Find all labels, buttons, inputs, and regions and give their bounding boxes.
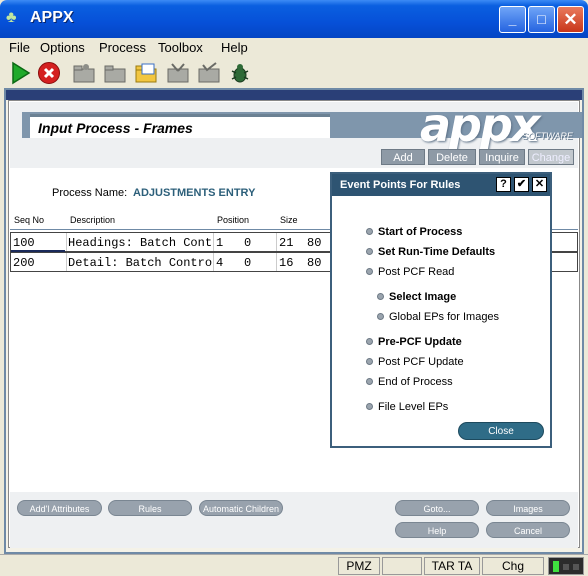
bullet-icon: [366, 403, 373, 410]
description-cell: Detail: Batch Contro: [68, 256, 213, 270]
size-cols-cell: 80: [307, 236, 322, 250]
folder-open-icon[interactable]: [134, 61, 158, 85]
appx-logo: appx: [420, 98, 541, 152]
seq-no-cell: 200: [13, 256, 35, 270]
addl-attributes-button[interactable]: Add'l Attributes: [17, 500, 102, 516]
dialog-close-button[interactable]: Close: [458, 422, 544, 440]
status-blank: [382, 557, 422, 575]
position-row-cell: 4: [216, 256, 224, 270]
menu-process[interactable]: Process: [99, 40, 146, 55]
col-seq-no: Seq No: [14, 215, 45, 225]
folder-tools-icon[interactable]: [166, 61, 190, 85]
folder-check-icon[interactable]: [197, 61, 221, 85]
cancel-button[interactable]: Cancel: [486, 522, 570, 538]
title-bar[interactable]: ♣ APPX _ □ ✕: [0, 0, 588, 38]
event-points-dialog: Event Points For Rules ? ✔ ✕ Start of Pr…: [330, 172, 552, 448]
mode-change-button[interactable]: Change: [528, 149, 574, 165]
toolbar: [0, 58, 588, 88]
description-cell: Headings: Batch Cont: [68, 236, 213, 250]
mode-inquire-button[interactable]: Inquire: [479, 149, 525, 165]
folder-icon[interactable]: [103, 61, 127, 85]
dialog-ok-button[interactable]: ✔: [514, 177, 529, 192]
ep-pre-pcf-update[interactable]: Pre-PCF Update: [366, 336, 462, 348]
ep-post-pcf-read[interactable]: Post PCF Read: [366, 266, 454, 278]
help-button[interactable]: Help: [395, 522, 479, 538]
menu-file[interactable]: File: [9, 40, 30, 55]
position-col-cell: 0: [244, 256, 252, 270]
bullet-icon: [377, 313, 384, 320]
dialog-help-button[interactable]: ?: [496, 177, 511, 192]
process-title: Input Process - Frames: [30, 114, 330, 138]
menu-options[interactable]: Options: [40, 40, 85, 55]
rules-button[interactable]: Rules: [108, 500, 192, 516]
minimize-button[interactable]: _: [499, 6, 526, 33]
dialog-close-x-button[interactable]: ✕: [532, 177, 547, 192]
bullet-icon: [366, 378, 373, 385]
bug-icon[interactable]: [228, 61, 252, 85]
run-icon[interactable]: [8, 61, 32, 85]
col-description: Description: [70, 215, 116, 225]
status-tar: TAR TA: [424, 557, 480, 575]
menu-toolbox[interactable]: Toolbox: [158, 40, 203, 55]
folder-gear-icon[interactable]: [72, 61, 96, 85]
bullet-icon: [366, 338, 373, 345]
maximize-button[interactable]: □: [528, 6, 555, 33]
menu-bar: File Options Process Toolbox Help: [0, 38, 588, 58]
bullet-icon: [366, 268, 373, 275]
size-cols-cell: 80: [307, 256, 322, 270]
stop-icon[interactable]: [37, 61, 61, 85]
col-size: Size: [280, 215, 298, 225]
close-button[interactable]: ✕: [557, 6, 584, 33]
images-button[interactable]: Images: [486, 500, 570, 516]
col-position: Position: [217, 215, 250, 225]
appx-logo-sub: SOFTWARE: [522, 131, 573, 141]
ep-select-image[interactable]: Select Image: [377, 291, 456, 303]
window-title: APPX: [30, 9, 74, 26]
ep-post-pcf-update[interactable]: Post PCF Update: [366, 356, 464, 368]
bullet-icon: [366, 248, 373, 255]
goto-button[interactable]: Goto...: [395, 500, 479, 516]
ep-start-of-process[interactable]: Start of Process: [366, 226, 462, 238]
automatic-children-button[interactable]: Automatic Children: [199, 500, 283, 516]
ep-set-runtime-defaults[interactable]: Set Run-Time Defaults: [366, 246, 495, 258]
ep-end-of-process[interactable]: End of Process: [366, 376, 453, 388]
process-name-label: Process Name:: [52, 187, 128, 199]
menu-help[interactable]: Help: [221, 40, 248, 55]
mode-delete-button[interactable]: Delete: [428, 149, 476, 165]
position-row-cell: 1: [216, 236, 224, 250]
size-rows-cell: 16: [279, 256, 294, 270]
appx-tree-icon: ♣: [6, 9, 17, 26]
bullet-icon: [366, 228, 373, 235]
status-indicator: [548, 557, 584, 575]
status-mode: Chg: [482, 557, 544, 575]
mode-add-button[interactable]: Add: [381, 149, 425, 165]
position-col-cell: 0: [244, 236, 252, 250]
bullet-icon: [377, 293, 384, 300]
ep-global-eps-images[interactable]: Global EPs for Images: [377, 311, 499, 323]
size-rows-cell: 21: [279, 236, 294, 250]
process-name-value: ADJUSTMENTS ENTRY: [133, 187, 256, 199]
led-icon: [553, 561, 559, 572]
status-bar: PMZ TAR TA Chg: [0, 554, 588, 576]
bullet-icon: [366, 358, 373, 365]
ep-file-level-eps[interactable]: File Level EPs: [366, 401, 448, 413]
seq-no-cell: 100: [13, 236, 35, 250]
status-pmz: PMZ: [338, 557, 380, 575]
